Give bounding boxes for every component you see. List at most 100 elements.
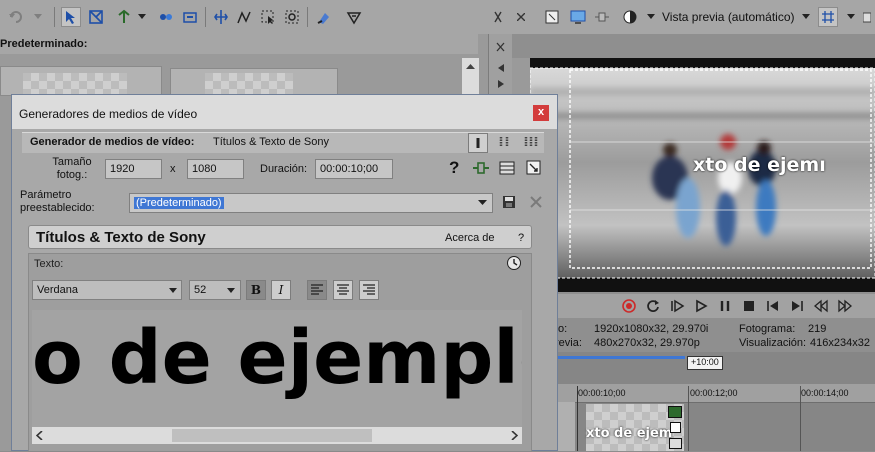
dropdown-arrow-icon[interactable]	[645, 7, 657, 27]
pin-icon[interactable]	[493, 7, 503, 27]
dropdown-arrow-icon[interactable]	[845, 7, 857, 27]
timeline-ruler[interactable]: 00:00:10;00 00:00:12;00 00:00:14;00	[555, 384, 875, 403]
clip-fx-icon[interactable]	[668, 406, 682, 418]
align-left-icon[interactable]	[307, 280, 327, 300]
preset-thumbnail[interactable]	[205, 73, 293, 95]
ruler-tick-label: 00:00:10;00	[578, 388, 626, 398]
align-center-icon[interactable]	[333, 280, 353, 300]
go-to-start-icon[interactable]	[763, 296, 783, 316]
preview-label: revia:	[555, 337, 582, 349]
font-size-dropdown[interactable]: 52	[189, 280, 241, 300]
video-fx-icon[interactable]	[592, 7, 612, 27]
duration-label: Duración:	[260, 163, 308, 175]
lock-envelopes-icon[interactable]	[344, 7, 364, 27]
properties-icon[interactable]	[526, 160, 542, 176]
close-pane-icon[interactable]	[516, 7, 526, 27]
font-size-value: 52	[194, 284, 207, 296]
layout-double-icon[interactable]	[495, 133, 515, 153]
preset-thumbnail-frame[interactable]	[0, 66, 162, 96]
preset-thumbnail[interactable]	[23, 73, 127, 95]
animate-clock-icon[interactable]	[506, 255, 522, 271]
play-icon[interactable]	[691, 296, 711, 316]
sample-text: o de ejemplo	[32, 315, 522, 401]
plugin-title: Títulos & Texto de Sony	[36, 229, 206, 246]
pin-icon[interactable]	[496, 42, 505, 52]
italic-button[interactable]: I	[271, 280, 291, 300]
timeline-clip[interactable]: xto de ejem	[586, 404, 684, 451]
record-icon[interactable]	[619, 296, 639, 316]
tab-scroll-right-icon[interactable]	[497, 80, 505, 88]
duration-field[interactable]: 00:00:10;00	[315, 159, 393, 179]
text-edit-area[interactable]: o de ejemplo	[32, 310, 522, 427]
split-screen-icon[interactable]	[620, 7, 640, 27]
scroll-thumb[interactable]	[172, 429, 372, 442]
clip-generator-icon[interactable]	[669, 438, 682, 449]
pause-icon[interactable]	[715, 296, 735, 316]
dropdown-arrow-icon[interactable]	[32, 7, 44, 27]
dropdown-arrow-icon[interactable]	[136, 7, 148, 27]
auto-ripple-icon[interactable]	[180, 7, 200, 27]
loop-playback-icon[interactable]	[643, 296, 663, 316]
dropdown-arrow-icon[interactable]	[800, 7, 812, 27]
tab-scroll-left-icon[interactable]	[497, 64, 505, 72]
envelope-tool-icon[interactable]	[86, 7, 106, 27]
transport-bar	[530, 294, 875, 318]
frame-height-field[interactable]: 1080	[187, 159, 244, 179]
delete-preset-icon[interactable]	[529, 195, 543, 209]
frame-label: Fotograma:	[739, 323, 796, 335]
display-value: 416x234x32	[810, 337, 870, 349]
timeline-tick	[577, 386, 578, 451]
about-link[interactable]: Acerca de	[445, 232, 495, 244]
scroll-left-icon[interactable]	[36, 431, 44, 440]
text-label: Texto:	[34, 258, 64, 270]
dialog-title: Generadores de medios de vídeo	[19, 107, 198, 121]
video-preview[interactable]: xto de ejemı	[530, 58, 875, 292]
align-right-icon[interactable]	[359, 280, 379, 300]
generator-bar: Generador de medios de vídeo: Títulos & …	[22, 132, 544, 153]
snapping-icon[interactable]	[114, 7, 134, 27]
enable-snapping-icon[interactable]	[314, 7, 334, 27]
layout-triple-icon[interactable]	[522, 133, 542, 153]
plugin-help-link[interactable]: ?	[518, 232, 524, 244]
preset-header: Predeterminado:	[0, 34, 478, 54]
scroll-right-icon[interactable]	[510, 431, 518, 440]
text-horizontal-scrollbar[interactable]	[32, 427, 522, 444]
loop-region-bar[interactable]	[555, 356, 685, 359]
preview-mode-label[interactable]: Vista previa (automático)	[662, 10, 795, 24]
next-frame-icon[interactable]	[835, 296, 855, 316]
film-strip-icon[interactable]	[499, 160, 515, 176]
normal-edit-tool-icon[interactable]	[61, 7, 81, 27]
split-icon[interactable]	[211, 7, 231, 27]
zoom-tool-icon[interactable]	[282, 7, 302, 27]
layout-single-icon[interactable]	[468, 133, 488, 153]
trim-icon[interactable]	[234, 7, 254, 27]
stop-icon[interactable]	[739, 296, 759, 316]
close-button[interactable]: x	[533, 105, 549, 121]
chevron-down-icon[interactable]	[227, 288, 235, 293]
overlays-grid-icon[interactable]	[818, 7, 838, 27]
undo-icon[interactable]	[6, 7, 26, 27]
dialog-titlebar[interactable]: Generadores de medios de vídeo x	[12, 95, 557, 129]
preset-dropdown[interactable]: (Predeterminado)	[129, 193, 493, 213]
font-value: Verdana	[37, 284, 78, 296]
clip-crop-icon[interactable]	[670, 422, 681, 433]
copy-snapshot-icon[interactable]	[862, 7, 872, 27]
link-media-icon[interactable]	[472, 161, 490, 175]
preset-thumbnail-frame[interactable]	[170, 68, 338, 96]
help-icon[interactable]: ?	[449, 158, 459, 178]
font-dropdown[interactable]: Verdana	[32, 280, 182, 300]
chevron-down-icon[interactable]	[478, 200, 487, 206]
selection-tool-icon[interactable]	[258, 7, 278, 27]
preview-properties-icon[interactable]	[542, 7, 562, 27]
project-value: 1920x1080x32, 29.970i	[594, 323, 709, 335]
frame-width-field[interactable]: 1920	[105, 159, 162, 179]
media-generators-dialog: Generadores de medios de vídeo x Generad…	[11, 94, 558, 452]
auto-crossfade-icon[interactable]	[156, 7, 176, 27]
external-monitor-icon[interactable]	[568, 7, 588, 27]
chevron-down-icon[interactable]	[169, 288, 177, 293]
save-preset-icon[interactable]	[502, 195, 516, 209]
previous-frame-icon[interactable]	[811, 296, 831, 316]
go-to-end-icon[interactable]	[787, 296, 807, 316]
bold-button[interactable]: B	[246, 280, 266, 300]
play-from-start-icon[interactable]	[667, 296, 687, 316]
